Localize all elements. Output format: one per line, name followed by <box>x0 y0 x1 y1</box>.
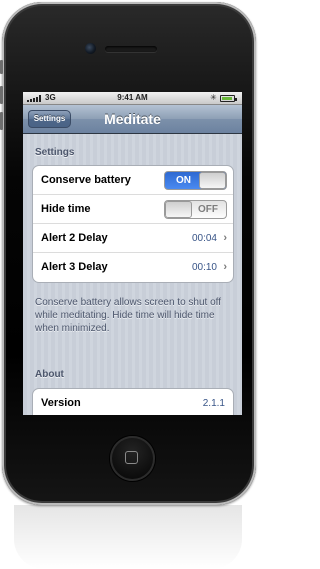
battery-level-fill <box>222 97 232 100</box>
home-button[interactable] <box>110 436 155 481</box>
status-bar: 3G 9:41 AM ✳ <box>23 92 242 105</box>
row-label: Alert 2 Delay <box>41 232 108 244</box>
volume-up-button <box>0 86 3 104</box>
front-camera-icon <box>85 43 96 54</box>
conserve-battery-switch[interactable]: ON <box>164 171 227 190</box>
row-label: Version <box>41 397 81 409</box>
about-group: Version 2.1.1 <box>32 388 234 415</box>
row-label: Hide time <box>41 203 91 215</box>
device-reflection <box>14 505 242 569</box>
earpiece-speaker <box>105 46 157 52</box>
about-section-header: About <box>35 369 64 380</box>
settings-back-button[interactable]: Settings <box>28 110 71 128</box>
switch-state-label: ON <box>176 175 191 186</box>
settings-footer-text: Conserve battery allows screen to shut o… <box>35 297 222 334</box>
switch-knob <box>199 172 226 189</box>
row-label: Conserve battery <box>41 174 131 186</box>
chevron-right-icon: › <box>223 232 227 244</box>
settings-section-header: Settings <box>35 147 75 158</box>
bluetooth-icon: ✳ <box>210 93 217 102</box>
battery-icon <box>220 95 237 102</box>
version-value: 2.1.1 <box>202 398 225 409</box>
hide-time-switch[interactable]: OFF <box>164 200 227 219</box>
conserve-battery-row: Conserve battery ON <box>33 166 233 195</box>
home-square-icon <box>125 451 138 464</box>
screen: 3G 9:41 AM ✳ Meditate Settings Settings … <box>23 92 242 415</box>
hide-time-row: Hide time OFF <box>33 195 233 224</box>
silent-switch <box>0 60 3 74</box>
switch-knob <box>165 201 192 218</box>
navigation-bar: Meditate Settings <box>23 105 242 134</box>
volume-down-button <box>0 112 3 130</box>
version-row: Version 2.1.1 <box>33 389 233 415</box>
row-label: Alert 3 Delay <box>41 261 108 273</box>
row-value: 00:04 <box>191 233 217 244</box>
battery-tip <box>235 97 237 101</box>
alert-3-delay-row[interactable]: Alert 3 Delay 00:10 › <box>33 253 233 282</box>
chevron-right-icon: › <box>223 261 227 273</box>
alert-2-delay-row[interactable]: Alert 2 Delay 00:04 › <box>33 224 233 253</box>
settings-group: Conserve battery ON Hide time OFF Alert … <box>32 165 234 283</box>
row-value: 00:10 <box>191 262 217 273</box>
switch-state-label: OFF <box>198 204 218 215</box>
